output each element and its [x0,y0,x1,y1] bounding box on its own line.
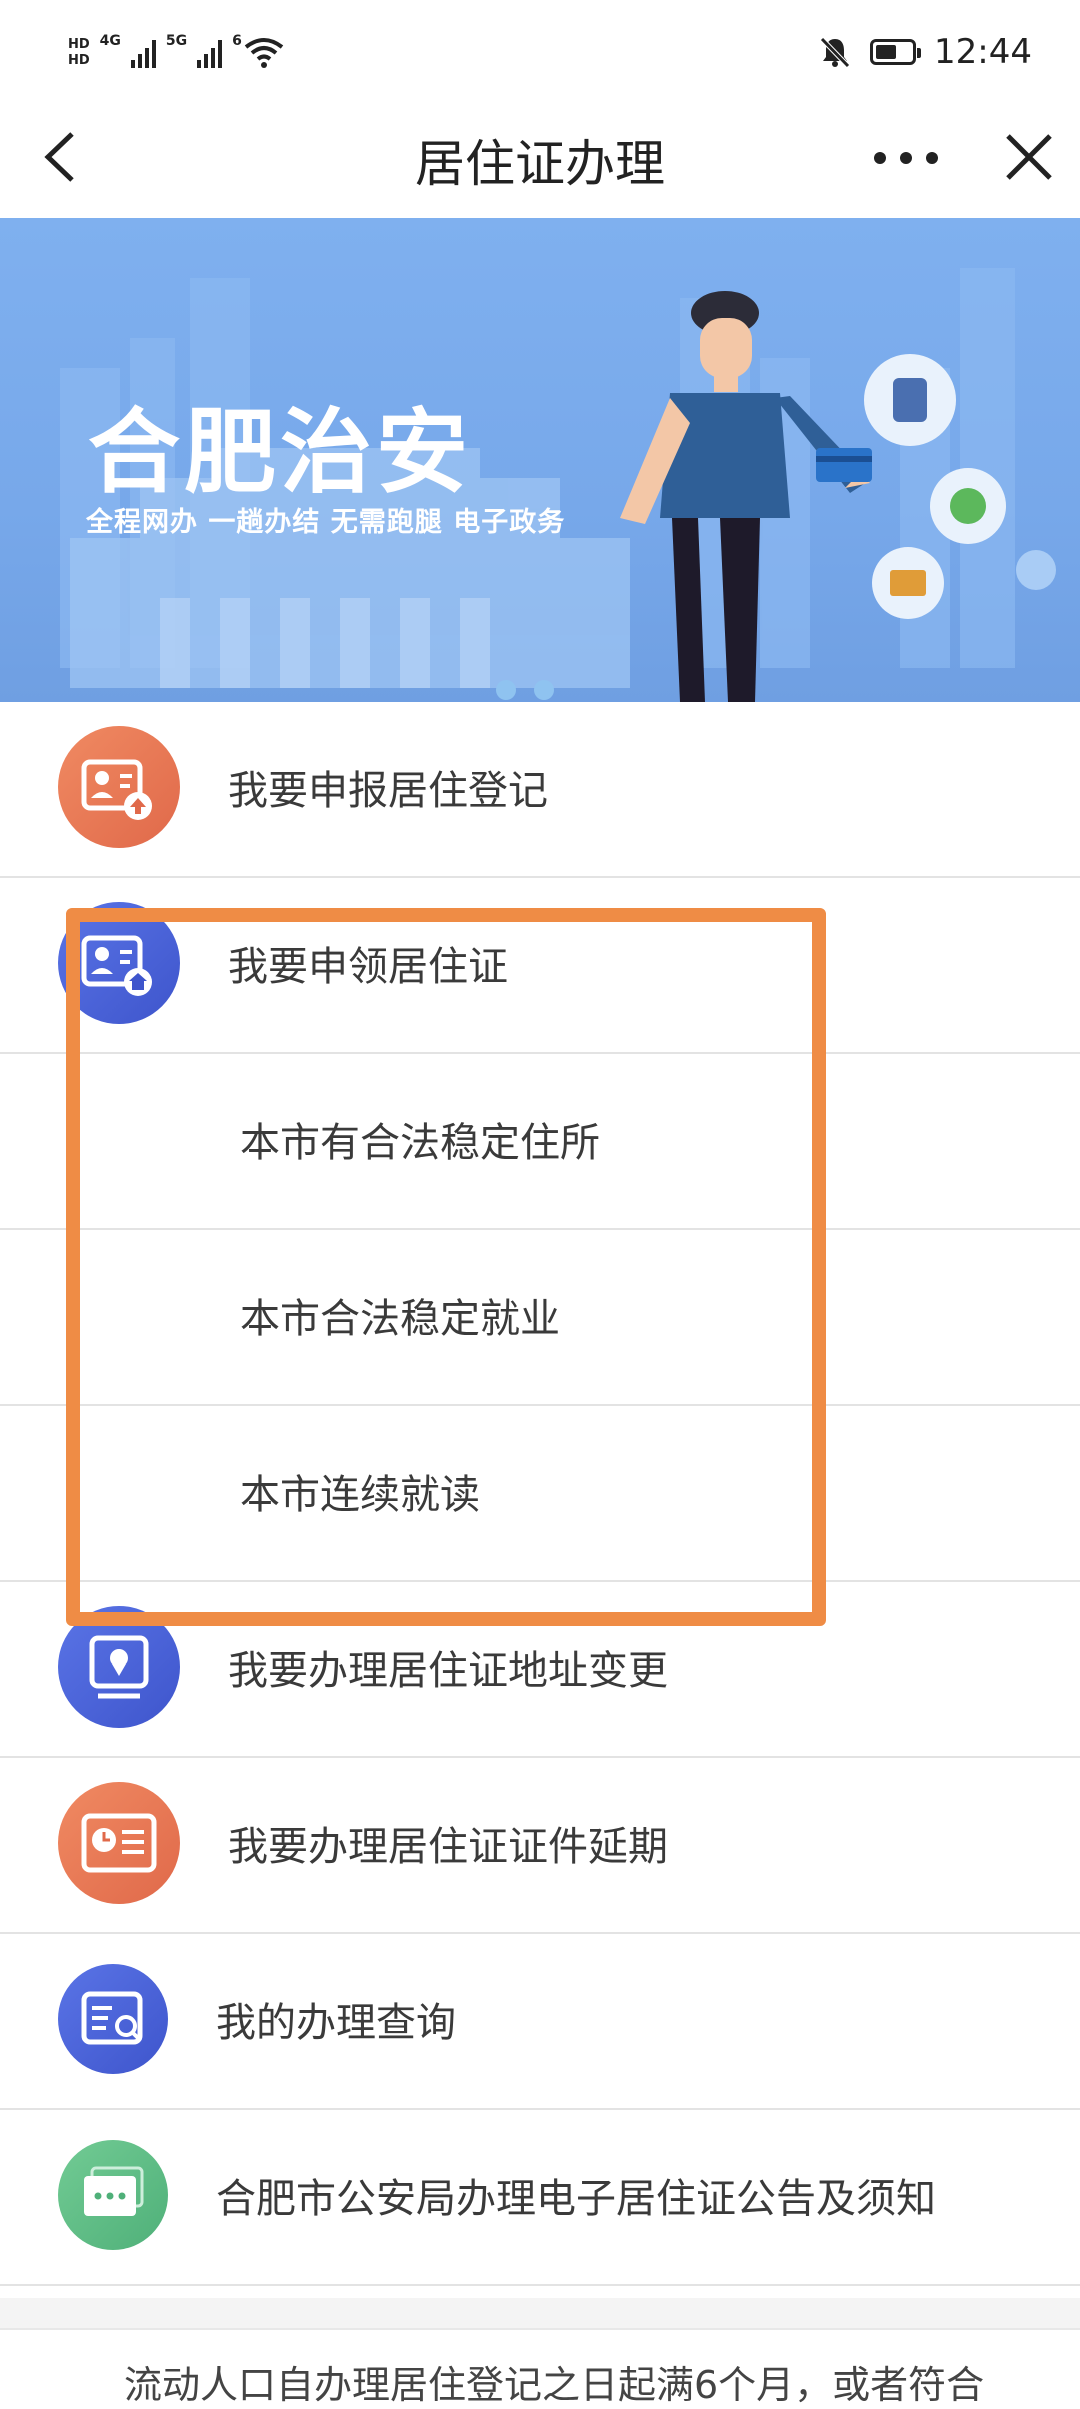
close-button[interactable] [994,122,1064,192]
list-item-address-change[interactable]: 我要办理居住证地址变更 [0,1582,1080,1758]
banner-subtitle: 全程网办 一趟办结 无需跑腿 电子政务 [86,507,566,538]
section-divider [0,2298,1080,2330]
menu-list: 我要申报居住登记 我要申领居住证 本市有合法稳定住所 本市合法稳定就业 本市连续… [0,702,1080,2286]
list-item-my-queries[interactable]: 我的办理查询 [0,1934,1080,2110]
list-item-extension[interactable]: 我要办理居住证证件延期 [0,1758,1080,1934]
clock-card-icon [58,1782,180,1904]
list-item-stable-employment[interactable]: 本市合法稳定就业 [0,1230,1080,1406]
location-pin-icon [58,1606,180,1728]
list-item-label: 我要申报居住登记 [228,768,548,814]
status-right: 12:44 [818,30,1032,74]
list-item-label: 本市合法稳定就业 [240,1296,560,1342]
list-item-label: 我要申领居住证 [228,944,508,990]
search-document-icon [58,1964,168,2074]
banner-pagination [496,680,554,700]
list-item-label: 本市有合法稳定住所 [240,1120,600,1166]
list-item-label: 合肥市公安局办理电子居住证公告及须知 [216,2176,936,2222]
wifi-icon [244,38,284,68]
bell-off-icon [820,37,850,68]
signal-icon [197,38,223,68]
hd-label-1: HD [68,37,90,52]
list-item-apply-permit[interactable]: 我要申领居住证 [0,878,1080,1054]
list-item-apply-registration[interactable]: 我要申报居住登记 [0,702,1080,878]
signal-icon [130,38,156,68]
list-item-stable-residence[interactable]: 本市有合法稳定住所 [0,1054,1080,1230]
network-type-2: 5G [165,33,188,49]
id-card-home-icon [58,902,180,1024]
wifi-number: 6 [232,33,242,49]
pagination-dot [496,680,516,700]
network-type-1: 4G [99,33,121,49]
pagination-dot [534,680,554,700]
list-item-label: 本市连续就读 [240,1472,480,1518]
banner[interactable]: 合肥治安 全程网办 一趟办结 无需跑腿 电子政务 [0,218,1080,702]
hd-indicator: HD HD [68,37,90,69]
message-icon [58,2140,168,2250]
close-icon [1006,134,1052,180]
more-button[interactable] [866,122,946,192]
status-left: HD HD 4G 5G 6 [68,28,284,78]
more-dots-icon [874,152,938,164]
list-item-continuous-study[interactable]: 本市连续就读 [0,1406,1080,1582]
banner-title: 合肥治安 [88,399,473,506]
list-item-label: 我的办理查询 [216,2000,456,2046]
notice-text: 流动人口自办理居住登记之日起满6个月，或者符合 [124,2363,985,2407]
status-time: 12:44 [934,32,1032,72]
hd-label-2: HD [68,53,90,68]
nav-bar: 居住证办理 [0,100,1080,218]
id-card-upload-icon [58,726,180,848]
list-item-notice[interactable]: 合肥市公安局办理电子居住证公告及须知 [0,2110,1080,2286]
battery-icon [870,39,922,65]
list-item-label: 我要办理居住证地址变更 [228,1648,668,1694]
list-item-label: 我要办理居住证证件延期 [228,1824,668,1870]
status-bar: HD HD 4G 5G 6 12:44 [0,0,1080,100]
